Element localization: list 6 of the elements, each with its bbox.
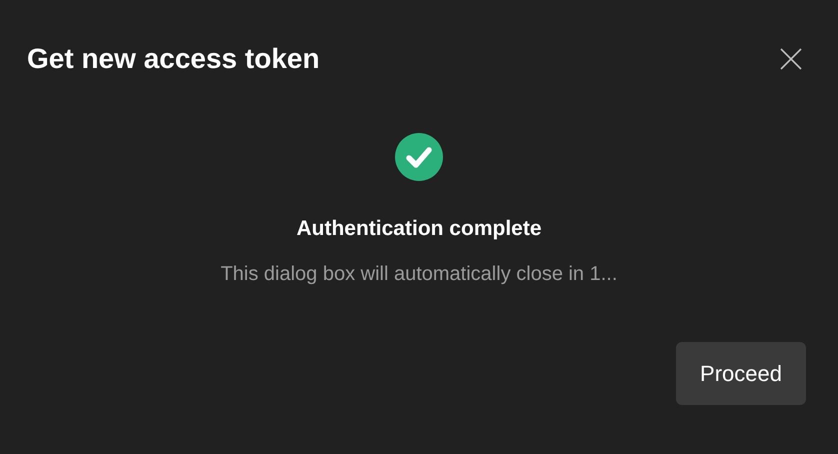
status-message: This dialog box will automatically close in 1...	[220, 262, 618, 287]
proceed-button[interactable]: Proceed	[676, 342, 806, 405]
dialog-title: Get new access token	[27, 42, 320, 76]
check-circle-icon	[395, 133, 443, 181]
status-heading: Authentication complete	[296, 216, 542, 242]
close-icon[interactable]	[778, 46, 804, 72]
